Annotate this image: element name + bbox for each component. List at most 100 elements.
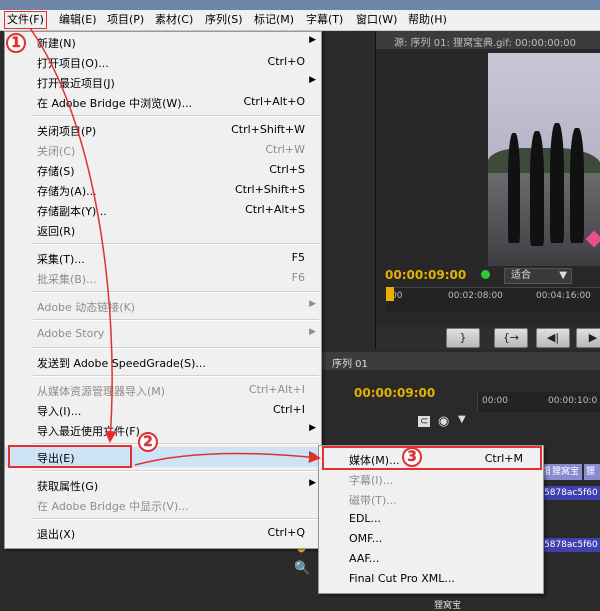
menu-item-label: 发送到 Adobe SpeedGrade(S)... [37, 357, 206, 370]
source-time-ruler[interactable]: :00 00:02:08:00 00:04:16:00 [386, 287, 600, 312]
timeline-clip-audio[interactable]: 5878ac5f60 [542, 538, 600, 552]
menu-separator [33, 319, 319, 321]
menu-item-batch-capture[interactable]: 批采集(B)... F6 [5, 268, 321, 288]
timeline-ruler[interactable]: 00:00 00:00:10:0 [477, 392, 600, 412]
fit-dropdown[interactable]: 适合 ▼ [504, 268, 572, 284]
menu-separator [33, 243, 319, 245]
submenu-arrow-icon: ▶ [309, 450, 316, 460]
menu-item-label: 在 Adobe Bridge 中浏览(W)... [37, 97, 193, 110]
file-menu-dropdown: 新建(N) ▶ 打开项目(O)... Ctrl+O 打开最近项目(J) ▶ 在 Ado… [4, 31, 322, 549]
submenu-item-label: 磁带(T)... [349, 494, 397, 507]
chevron-down-icon: ▼ [559, 270, 567, 281]
source-timecode[interactable]: 00:00:09:00 [385, 268, 466, 282]
zoom-tool-icon[interactable]: 🔍 [294, 561, 310, 576]
source-monitor-panel: 源: 序列 01: 狸窝宝典.gif: 00:00:00:00 00:00:09… [375, 31, 600, 349]
go-to-in-button[interactable]: {→ [494, 328, 528, 348]
submenu-item-edl[interactable]: EDL... [319, 509, 543, 529]
menu-item-label: 存储为(A)... [37, 185, 97, 198]
menu-item-exit[interactable]: 退出(X) Ctrl+Q [5, 523, 321, 543]
timeline-clip-audio[interactable]: 5878ac5f60 [542, 486, 600, 500]
sequence-tab[interactable]: 序列 01 [332, 355, 368, 370]
menu-item-send-speedgrade[interactable]: 发送到 Adobe SpeedGrade(S)... [5, 352, 321, 372]
menu-item-save[interactable]: 存储(S) Ctrl+S [5, 160, 321, 180]
menu-item-save-copy[interactable]: 存储副本(Y)... Ctrl+Alt+S [5, 200, 321, 220]
submenu-item-titles[interactable]: 字幕(I)... [319, 469, 543, 489]
playhead-icon[interactable] [386, 287, 394, 301]
menu-item-import[interactable]: 导入(I)... Ctrl+I [5, 400, 321, 420]
sequence-timecode[interactable]: 00:00:09:00 [354, 386, 435, 400]
menu-bar: 文件(F) 编辑(E) 项目(P) 素材(C) 序列(S) 标记(M) 字幕(T… [0, 10, 600, 31]
submenu-item-fcp-xml[interactable]: Final Cut Pro XML... [319, 569, 543, 589]
menu-help[interactable]: 帮助(H) [408, 12, 447, 28]
menu-item-dynamic-link[interactable]: Adobe 动态链接(K) ▶ [5, 296, 321, 316]
menu-separator [33, 347, 319, 349]
submenu-item-tape[interactable]: 磁带(T)... [319, 489, 543, 509]
step-back-button[interactable]: ◀| [536, 328, 570, 348]
menu-item-close[interactable]: 关闭(C) Ctrl+W [5, 140, 321, 160]
ruler-tick: 00:00:10:0 [548, 396, 598, 406]
menu-item-label: 关闭(C) [37, 145, 76, 158]
video-preview [488, 53, 600, 266]
mark-out-button[interactable]: } [446, 328, 480, 348]
menu-marker[interactable]: 标记(M) [254, 12, 294, 28]
shortcut: Ctrl+I [272, 403, 305, 416]
menu-item-reveal-bridge[interactable]: 在 Adobe Bridge 中显示(V)... [5, 495, 321, 515]
menu-clip[interactable]: 素材(C) [155, 12, 193, 28]
submenu-item-label: EDL... [349, 512, 382, 525]
timeline-clip[interactable]: 狸 [584, 464, 600, 480]
menu-item-capture[interactable]: 采集(T)... F5 [5, 248, 321, 268]
shortcut: Ctrl+Shift+W [231, 123, 305, 136]
menu-item-adobe-story[interactable]: Adobe Story ▶ [5, 324, 321, 344]
menu-sequence[interactable]: 序列(S) [205, 12, 243, 28]
menu-item-import-media-browser[interactable]: 从媒体资源管理器导入(M) Ctrl+Alt+I [5, 380, 321, 400]
menu-window[interactable]: 窗口(W) [356, 12, 397, 28]
menu-item-save-as[interactable]: 存储为(A)... Ctrl+Shift+S [5, 180, 321, 200]
menu-item-label: 关闭项目(P) [37, 125, 97, 138]
step-badge-2: 2 [138, 432, 158, 452]
timeline-tab-bar: 序列 01 [322, 352, 600, 370]
menu-item-label: 打开最近项目(J) [37, 77, 115, 90]
menu-project[interactable]: 项目(P) [107, 12, 144, 28]
menu-item-label: 获取属性(G) [37, 480, 99, 493]
menu-item-browse-bridge[interactable]: 在 Adobe Bridge 中浏览(W)... Ctrl+Alt+O [5, 92, 321, 112]
ruler-tick: 00:00 [482, 396, 508, 406]
menu-separator [33, 375, 319, 377]
menu-item-label: 在 Adobe Bridge 中显示(V)... [37, 500, 189, 513]
menu-item-label: 存储(S) [37, 165, 75, 178]
shortcut: Ctrl+Alt+I [248, 383, 305, 396]
play-button[interactable]: ▶ [576, 328, 600, 348]
submenu-item-label: 字幕(I)... [349, 474, 394, 487]
menu-item-label: Adobe Story [37, 327, 105, 340]
menu-item-open-recent[interactable]: 打开最近项目(J) ▶ [5, 72, 321, 92]
menu-file[interactable]: 文件(F) [4, 11, 47, 29]
menu-item-close-project[interactable]: 关闭项目(P) Ctrl+Shift+W [5, 120, 321, 140]
menu-title[interactable]: 字幕(T) [306, 12, 343, 28]
source-monitor-tab[interactable]: 源: 序列 01: 狸窝宝典.gif: 00:00:00:00 [394, 34, 576, 49]
submenu-item-label: OMF... [349, 532, 383, 545]
submenu-item-aaf[interactable]: AAF... [319, 549, 543, 569]
menu-edit[interactable]: 编辑(E) [59, 12, 97, 28]
shortcut: Ctrl+Q [267, 526, 305, 539]
marker-down-icon[interactable]: ▼ [458, 414, 466, 425]
menu-item-new[interactable]: 新建(N) ▶ [5, 32, 321, 52]
submenu-item-omf[interactable]: OMF... [319, 529, 543, 549]
window-title-bar [0, 0, 600, 10]
export-highlight-box [8, 445, 132, 468]
menu-item-label: 存储副本(Y)... [37, 205, 107, 218]
menu-item-import-recent[interactable]: 导入最近使用文件(F) ▶ [5, 420, 321, 440]
snap-icon[interactable]: ⊂ [418, 416, 431, 427]
menu-item-label: 导入(I)... [37, 405, 82, 418]
marker-icon[interactable]: ◉ [438, 414, 449, 429]
source-monitor-tab-bar: 源: 序列 01: 狸窝宝典.gif: 00:00:00:00 [376, 31, 600, 49]
menu-item-revert[interactable]: 返回(R) [5, 220, 321, 240]
menu-item-open-project[interactable]: 打开项目(O)... Ctrl+O [5, 52, 321, 72]
submenu-arrow-icon: ▶ [309, 423, 316, 433]
menu-item-get-properties[interactable]: 获取属性(G) ▶ [5, 475, 321, 495]
timeline-clip[interactable]: 狸窝宝 [550, 464, 582, 480]
menu-item-label: 返回(R) [37, 225, 76, 238]
submenu-arrow-icon: ▶ [309, 75, 316, 85]
bottom-tab[interactable]: 狸窝宝 [434, 598, 461, 611]
menu-item-label: 采集(T)... [37, 253, 85, 266]
menu-item-label: 新建(N) [37, 37, 76, 50]
menu-separator [33, 518, 319, 520]
